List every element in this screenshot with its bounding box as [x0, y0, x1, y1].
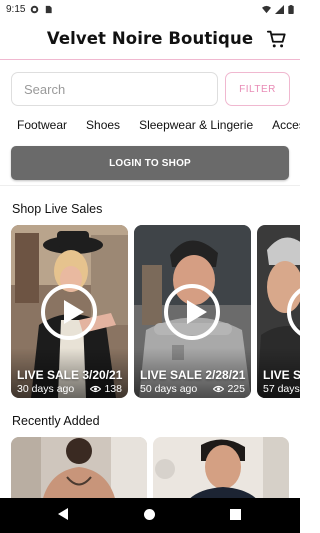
system-nav-bar	[0, 498, 300, 533]
live-sale-age: 50 days ago	[140, 383, 198, 395]
live-sale-views: 225	[213, 383, 245, 395]
product-card[interactable]	[153, 437, 289, 499]
live-sale-title: LIVE SALE	[263, 368, 300, 382]
app-title: Velvet Noire Boutique	[46, 29, 254, 48]
eye-icon	[213, 385, 225, 393]
product-card[interactable]	[11, 437, 147, 499]
wifi-icon	[262, 5, 271, 13]
category-sleepwear-lingerie[interactable]: Sleepwear & Lingerie	[139, 118, 253, 136]
live-sale-card[interactable]: LIVE SALE 57 days	[257, 225, 300, 398]
recently-added-carousel[interactable]	[11, 437, 300, 499]
live-sale-meta: 57 days	[263, 383, 300, 395]
live-sales-carousel[interactable]: LIVE SALE 3/20/21 30 days ago 138 LIVE S…	[11, 225, 300, 398]
product-thumbnail	[153, 437, 289, 499]
play-icon[interactable]	[41, 284, 97, 340]
live-sale-meta: 50 days ago 225	[140, 383, 245, 395]
sim-card-icon	[46, 5, 53, 13]
battery-icon	[288, 4, 294, 14]
home-icon[interactable]	[143, 508, 156, 521]
status-time: 9:15	[6, 3, 26, 15]
section-title-recently-added: Recently Added	[12, 414, 100, 428]
search-row: FILTER	[11, 72, 290, 106]
app-bar: Velvet Noire Boutique	[0, 18, 300, 60]
signal-icon	[275, 4, 284, 14]
login-to-shop-button[interactable]: LOGIN TO SHOP	[11, 146, 289, 180]
filter-button[interactable]: FILTER	[225, 72, 290, 106]
back-icon[interactable]	[57, 507, 69, 521]
cart-icon[interactable]	[266, 28, 288, 50]
live-sale-card[interactable]: LIVE SALE 3/20/21 30 days ago 138	[11, 225, 128, 398]
live-sale-age: 57 days	[263, 383, 300, 395]
live-sale-age: 30 days ago	[17, 383, 75, 395]
live-sale-view-count: 225	[227, 383, 245, 395]
category-footwear[interactable]: Footwear	[17, 118, 67, 136]
recents-icon[interactable]	[230, 509, 241, 520]
play-icon[interactable]	[164, 284, 220, 340]
section-title-live-sales: Shop Live Sales	[12, 202, 103, 216]
search-input[interactable]	[11, 72, 218, 106]
category-shoes[interactable]: Shoes	[86, 118, 120, 136]
category-accessories[interactable]: Accessories	[272, 118, 300, 136]
product-thumbnail	[11, 437, 147, 499]
live-sale-meta: 30 days ago 138	[17, 383, 122, 395]
live-sale-views: 138	[90, 383, 122, 395]
live-sale-card[interactable]: LIVE SALE 2/28/21 50 days ago 225	[134, 225, 251, 398]
live-sale-title: LIVE SALE 2/28/21	[140, 368, 246, 382]
sync-icon	[31, 5, 39, 13]
status-bar: 9:15	[0, 0, 300, 18]
divider	[0, 185, 300, 186]
category-tabs: Footwear Shoes Sleepwear & Lingerie Acce…	[0, 118, 300, 136]
live-sale-title: LIVE SALE 3/20/21	[17, 368, 123, 382]
eye-icon	[90, 385, 102, 393]
live-sale-view-count: 138	[104, 383, 122, 395]
